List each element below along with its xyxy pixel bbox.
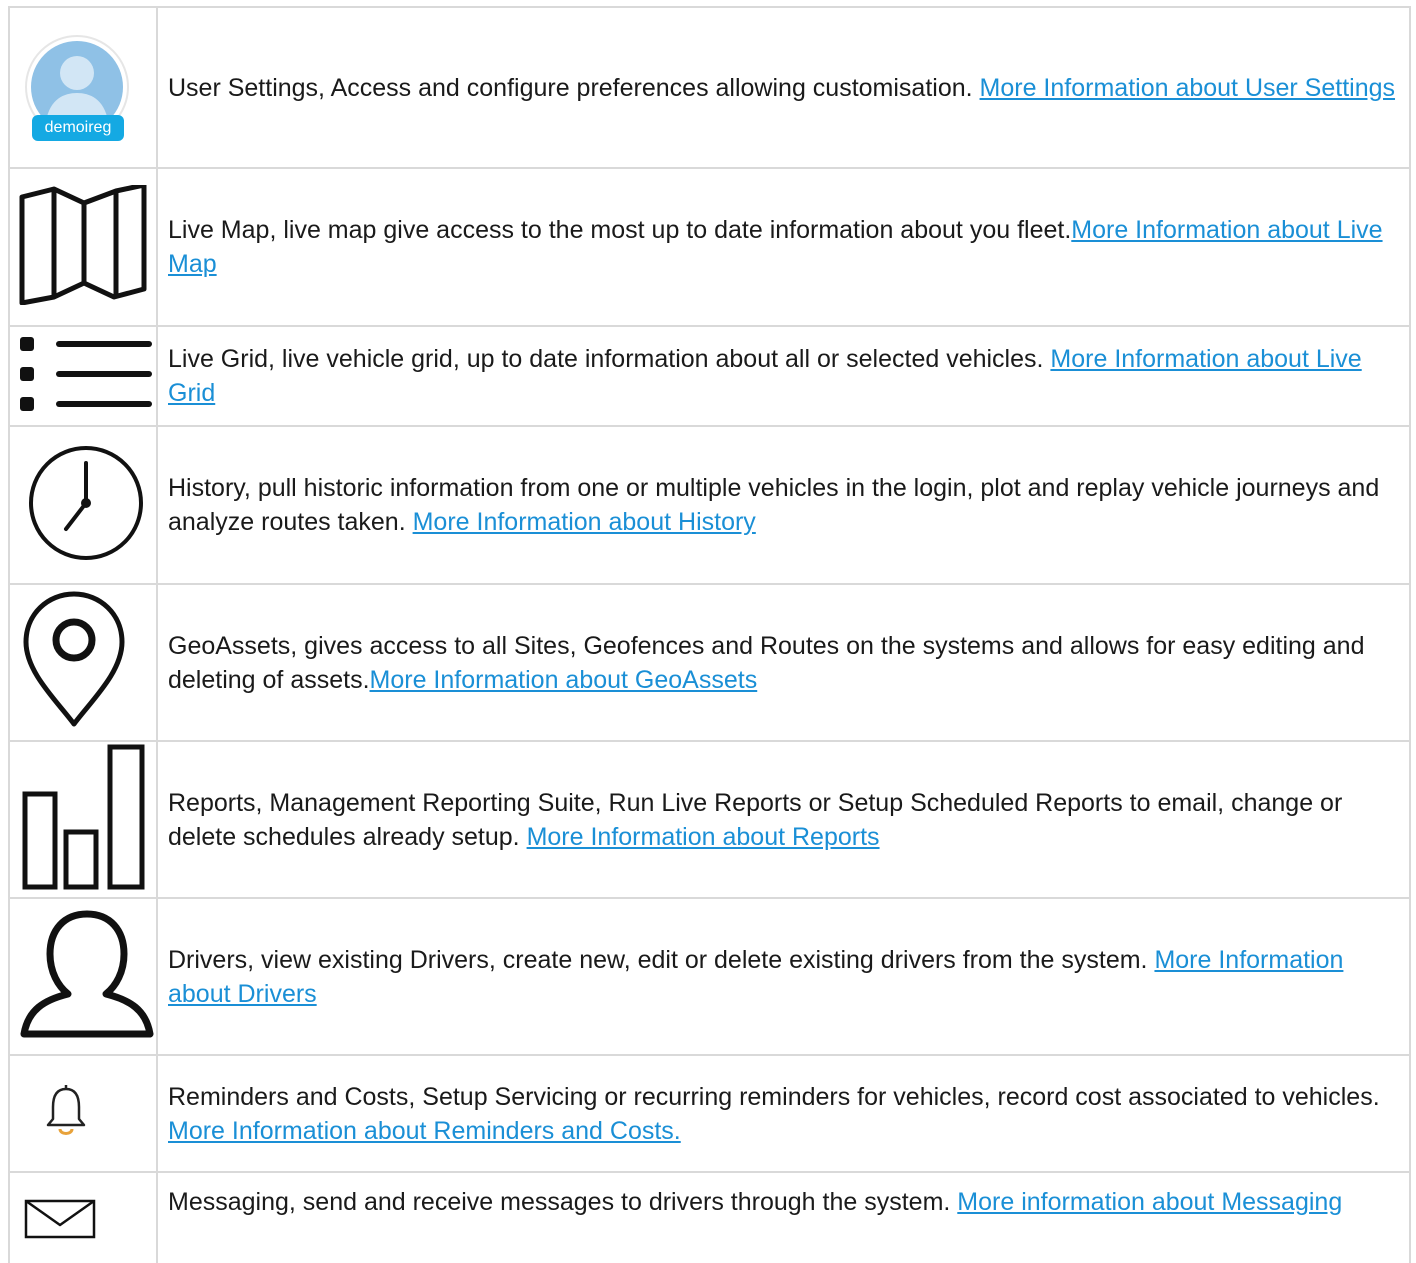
table-row-live-map: Live Map, live map give access to the mo… <box>8 169 1411 327</box>
icon-cell <box>8 899 158 1054</box>
table-row-user-settings: demoireg User Settings, Access and confi… <box>8 6 1411 169</box>
table-row-reminders-costs: Reminders and Costs, Setup Servicing or … <box>8 1056 1411 1173</box>
icon-cell <box>8 427 158 583</box>
table-row-geoassets: GeoAssets, gives access to all Sites, Ge… <box>8 585 1411 742</box>
row-description: Live Grid, live vehicle grid, up to date… <box>168 342 1397 410</box>
icon-cell <box>8 1056 158 1171</box>
feature-table: demoireg User Settings, Access and confi… <box>8 6 1411 1263</box>
envelope-icon[interactable] <box>24 1199 96 1244</box>
row-description: User Settings, Access and configure pref… <box>168 71 1395 105</box>
row-description: History, pull historic information from … <box>168 471 1397 539</box>
icon-cell <box>8 327 158 425</box>
username-badge: demoireg <box>32 114 124 141</box>
icon-cell <box>8 585 158 740</box>
icon-cell <box>8 1173 158 1263</box>
table-row-history: History, pull historic information from … <box>8 427 1411 585</box>
row-description: GeoAssets, gives access to all Sites, Ge… <box>168 629 1397 697</box>
bell-icon[interactable] <box>46 1083 86 1144</box>
table-row-drivers: Drivers, view existing Drivers, create n… <box>8 899 1411 1056</box>
user-icon[interactable] <box>20 910 154 1043</box>
row-text-cell: Messaging, send and receive messages to … <box>158 1173 1411 1263</box>
row-text-cell: Reports, Management Reporting Suite, Run… <box>158 742 1411 897</box>
more-info-geoassets-link[interactable]: More Information about GeoAssets <box>370 666 758 694</box>
description-text: Live Map, live map give access to the mo… <box>168 216 1072 244</box>
row-text-cell: GeoAssets, gives access to all Sites, Ge… <box>158 585 1411 740</box>
more-info-reminders-costs-link[interactable]: More Information about Reminders and Cos… <box>168 1117 681 1145</box>
more-info-reports-link[interactable]: More Information about Reports <box>527 823 880 851</box>
list-icon[interactable] <box>20 335 156 418</box>
row-text-cell: Live Grid, live vehicle grid, up to date… <box>158 327 1411 425</box>
description-text: User Settings, Access and configure pref… <box>168 73 980 102</box>
description-text: Reminders and Costs, Setup Servicing or … <box>168 1082 1380 1111</box>
description-text: Messaging, send and receive messages to … <box>168 1188 958 1216</box>
bar-chart-icon[interactable] <box>22 744 150 895</box>
description-text: History, pull historic information from … <box>168 474 1380 536</box>
row-text-cell: Reminders and Costs, Setup Servicing or … <box>158 1056 1411 1171</box>
more-info-messaging-link[interactable]: More information about Messaging <box>957 1188 1342 1216</box>
row-text-cell: Drivers, view existing Drivers, create n… <box>158 899 1411 1054</box>
row-description: Drivers, view existing Drivers, create n… <box>168 943 1397 1011</box>
description-text: Drivers, view existing Drivers, create n… <box>168 945 1155 974</box>
description-text: GeoAssets, gives access to all Sites, Ge… <box>168 631 1365 694</box>
location-pin-icon[interactable] <box>22 590 126 735</box>
row-description: Reports, Management Reporting Suite, Run… <box>168 786 1397 854</box>
row-description: Live Map, live map give access to the mo… <box>168 213 1397 281</box>
row-text-cell: Live Map, live map give access to the mo… <box>158 169 1411 325</box>
row-text-cell: User Settings, Access and configure pref… <box>158 8 1411 167</box>
table-row-messaging: Messaging, send and receive messages to … <box>8 1173 1411 1263</box>
row-description: Reminders and Costs, Setup Servicing or … <box>168 1080 1397 1148</box>
map-icon[interactable] <box>18 182 148 310</box>
icon-cell: demoireg <box>8 8 158 167</box>
table-row-live-grid: Live Grid, live vehicle grid, up to date… <box>8 327 1411 427</box>
icon-cell <box>8 169 158 325</box>
row-description: Messaging, send and receive messages to … <box>168 1185 1342 1219</box>
description-text: Live Grid, live vehicle grid, up to date… <box>168 345 1051 373</box>
more-info-history-link[interactable]: More Information about History <box>413 508 756 536</box>
more-info-user-settings-link[interactable]: More Information about User Settings <box>980 74 1395 102</box>
icon-cell <box>8 742 158 897</box>
avatar-icon[interactable]: demoireg <box>24 34 130 141</box>
row-text-cell: History, pull historic information from … <box>158 427 1411 583</box>
table-row-reports: Reports, Management Reporting Suite, Run… <box>8 742 1411 899</box>
clock-icon[interactable] <box>26 443 146 568</box>
